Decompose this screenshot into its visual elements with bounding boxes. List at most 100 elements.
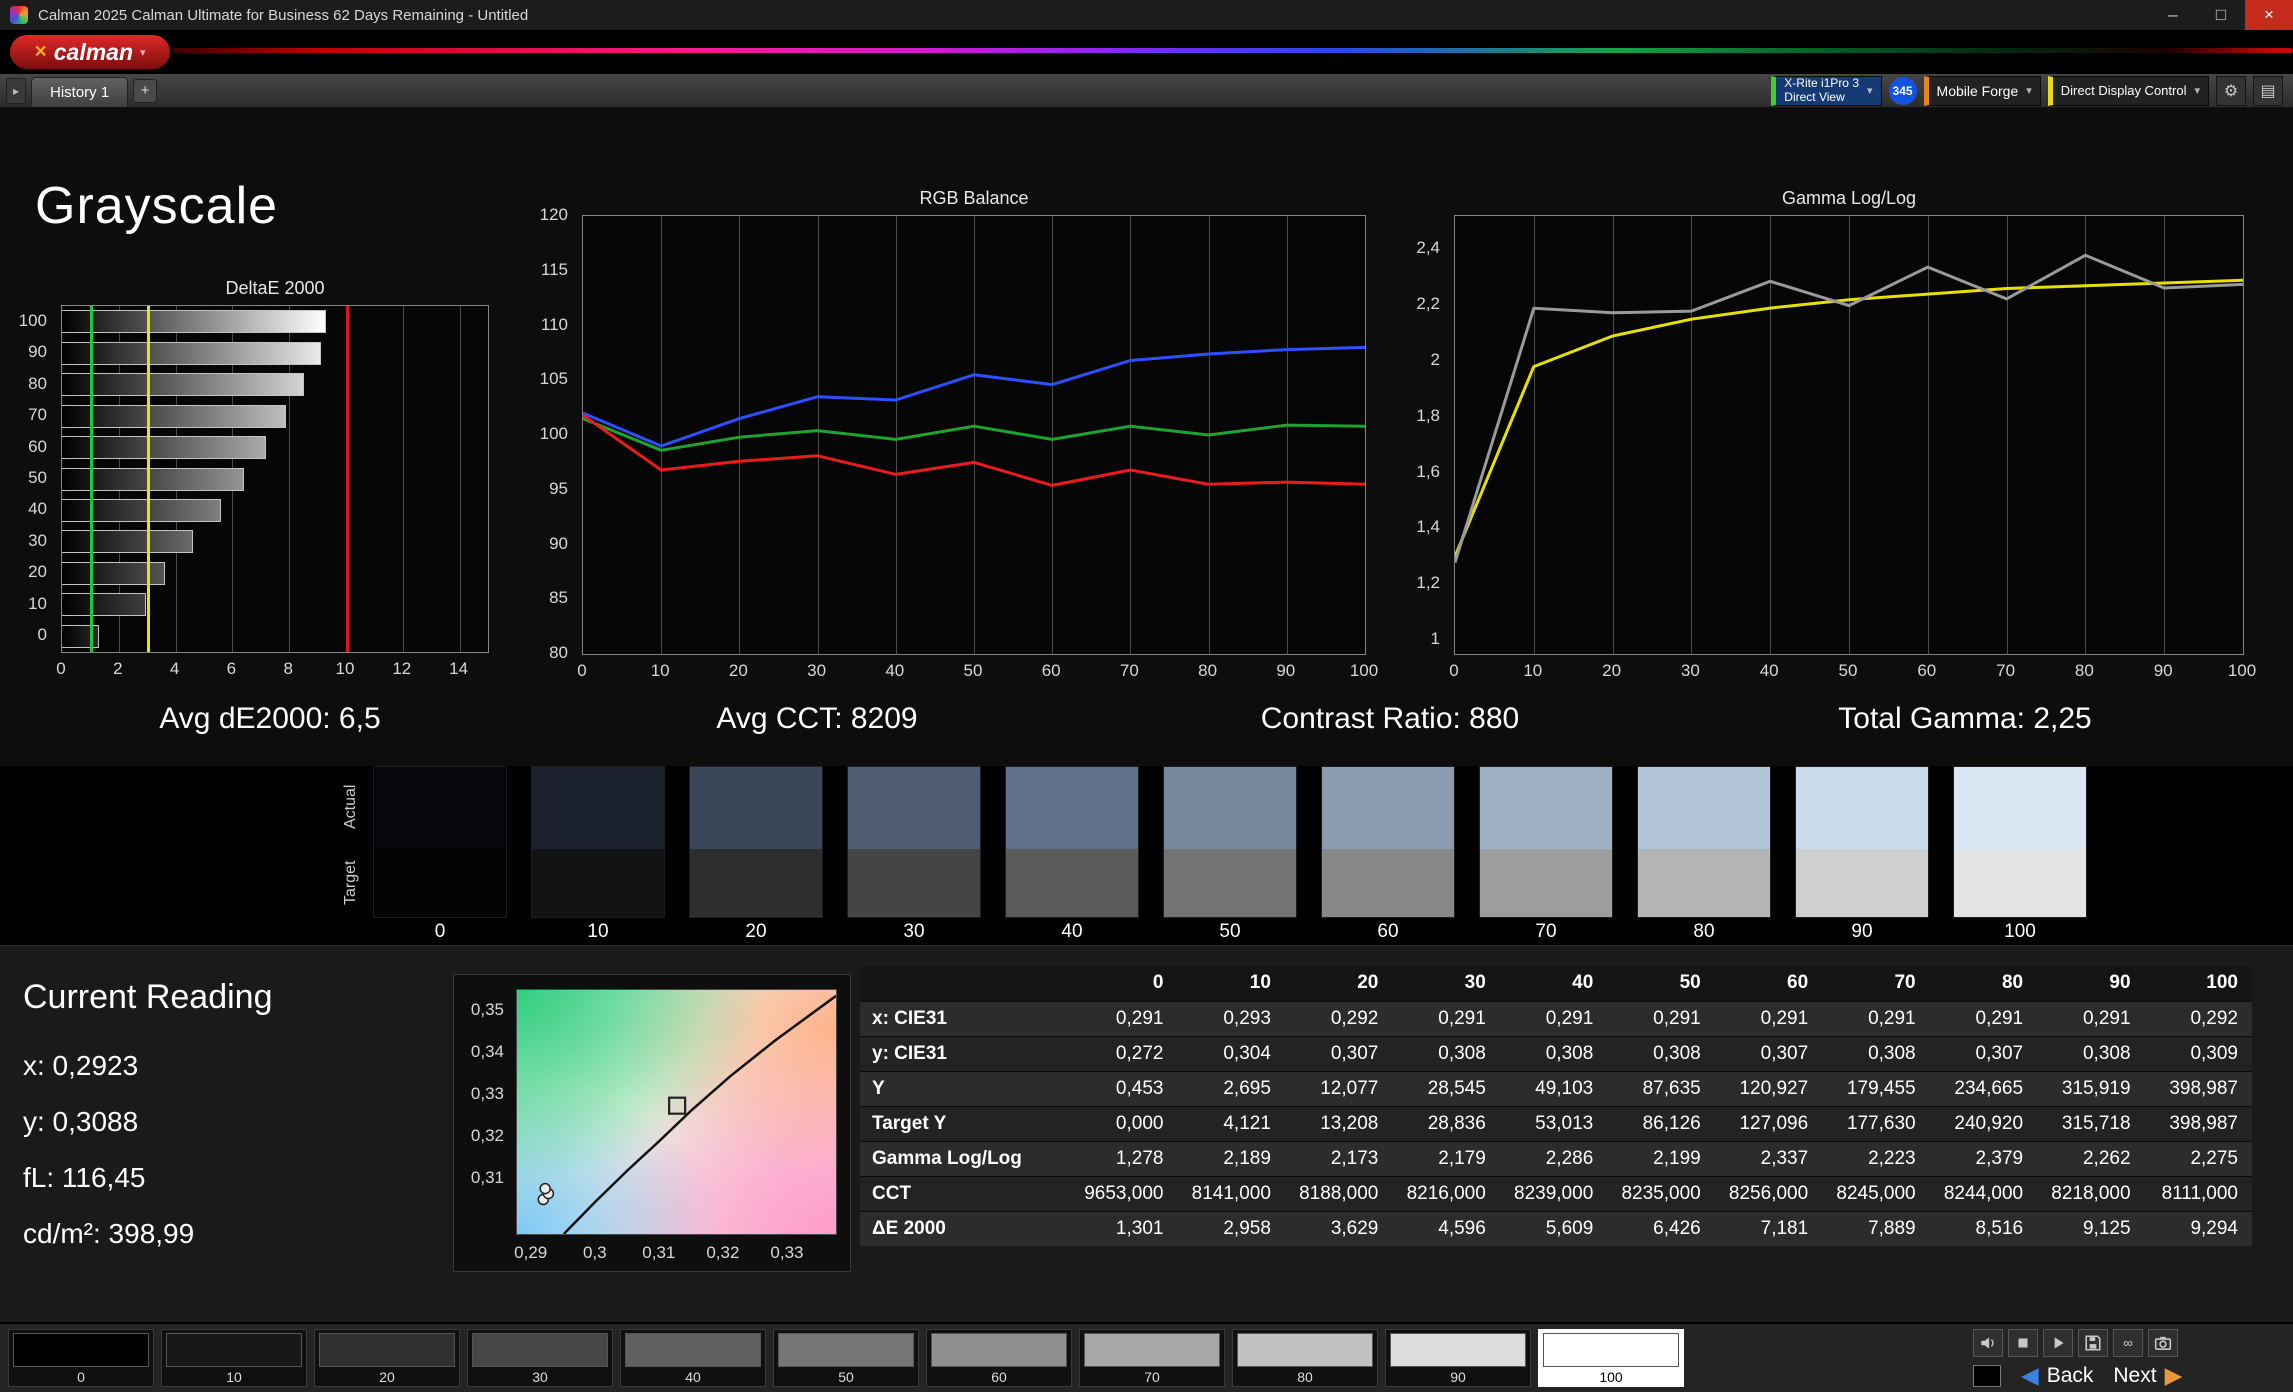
pattern-patch-button[interactable]: 10 bbox=[161, 1329, 307, 1387]
pattern-patch-button[interactable]: 0 bbox=[8, 1329, 154, 1387]
speaker-button[interactable] bbox=[1973, 1329, 2003, 1357]
maximize-button[interactable]: □ bbox=[2197, 0, 2245, 30]
cie-x-label: 0,33 bbox=[770, 1243, 804, 1262]
x-axis-label: 90 bbox=[1276, 661, 1296, 680]
settings-gear-button[interactable]: ⚙ bbox=[2216, 75, 2246, 106]
save-button[interactable] bbox=[2078, 1329, 2108, 1357]
x-axis-label: 30 bbox=[807, 661, 827, 680]
next-button[interactable]: Next ▶ bbox=[2113, 1362, 2182, 1389]
add-tab-button[interactable]: + bbox=[133, 78, 158, 103]
table-cell: 53,013 bbox=[1499, 1105, 1608, 1141]
table-cell: 13,208 bbox=[1284, 1105, 1393, 1141]
patch-swatch bbox=[1543, 1333, 1679, 1367]
y-axis-label: 80 bbox=[549, 643, 568, 662]
camera-button[interactable] bbox=[2148, 1329, 2178, 1357]
pattern-window-button[interactable] bbox=[1973, 1364, 2001, 1387]
play-icon bbox=[2054, 1337, 2064, 1349]
minimize-button[interactable]: – bbox=[2149, 0, 2197, 30]
rgb-x-axis: 0 10 20 30 40 50 60 70 80 90 100 bbox=[577, 655, 1378, 683]
x-axis-label: 100 bbox=[1349, 661, 1379, 680]
y-axis-label: 100 bbox=[18, 310, 47, 330]
pattern-patch-button[interactable]: 80 bbox=[1232, 1329, 1378, 1387]
calman-logo-menu[interactable]: × calman ▾ bbox=[10, 35, 170, 69]
table-row: Target Y 0,000 4,121 13,208 28,836 53,013 86,1… bbox=[860, 1105, 2252, 1141]
display-control-select[interactable]: Direct Display Control ▾ bbox=[2047, 75, 2209, 106]
deltae-bar bbox=[62, 467, 245, 491]
x-axis-label: 2 bbox=[113, 659, 123, 678]
table-cell: 6,426 bbox=[1607, 1210, 1715, 1246]
swatch-level-label: 50 bbox=[1219, 920, 1241, 942]
patch-label: 20 bbox=[379, 1369, 395, 1385]
cie-y-label: 0,32 bbox=[470, 1126, 504, 1146]
gridline bbox=[402, 306, 404, 652]
table-cell: 9,125 bbox=[2037, 1210, 2145, 1246]
y-axis-label: 1,2 bbox=[1416, 573, 1440, 593]
contrast-ratio-stat: Contrast Ratio: 880 bbox=[1260, 702, 1520, 735]
actual-color bbox=[1796, 767, 1928, 849]
gamma-plot-area bbox=[1454, 215, 2244, 655]
pattern-patch-button[interactable]: 100 bbox=[1538, 1329, 1684, 1387]
table-cell: 0,291 bbox=[1822, 1000, 1930, 1036]
close-button[interactable]: × bbox=[2245, 0, 2293, 30]
reading-value: x: 0,2923 bbox=[23, 1050, 139, 1081]
patch-label: 0 bbox=[77, 1369, 85, 1385]
cie-y-label: 0,33 bbox=[470, 1084, 504, 1104]
grayscale-swatch: 70 bbox=[1479, 766, 1613, 945]
loop-button[interactable]: ∞ bbox=[2113, 1329, 2143, 1357]
total-gamma-stat: Total Gamma: 2,25 bbox=[1838, 702, 2092, 735]
x-axis-label: 70 bbox=[1119, 661, 1139, 680]
table-cell: 0,292 bbox=[2144, 1000, 2252, 1036]
deltae-2000-chart: DeltaE 2000 100 90 80 70 60 50 40 30 20 10 0 02468… bbox=[19, 278, 489, 681]
back-button[interactable]: ◀ Back bbox=[2021, 1362, 2093, 1389]
play-button[interactable] bbox=[2043, 1329, 2073, 1357]
y-axis-label: 120 bbox=[539, 205, 568, 224]
pattern-patch-button[interactable]: 30 bbox=[467, 1329, 613, 1387]
table-cell: 0,304 bbox=[1177, 1035, 1285, 1071]
source-select[interactable]: Mobile Forge ▾ bbox=[1923, 75, 2041, 106]
cie-x-label: 0,32 bbox=[706, 1243, 740, 1262]
swatch-blocks bbox=[847, 766, 981, 918]
series-target bbox=[1455, 278, 2243, 557]
swatch-level-label: 30 bbox=[903, 920, 925, 942]
y-axis-label: 30 bbox=[28, 530, 47, 550]
table-cell: 0,307 bbox=[1714, 1035, 1823, 1071]
stop-button[interactable] bbox=[2008, 1329, 2038, 1357]
target-color bbox=[1006, 849, 1138, 917]
cie-plot-area bbox=[516, 989, 837, 1235]
back-arrow-icon: ◀ bbox=[2021, 1362, 2039, 1388]
chevron-down-icon: ▾ bbox=[2026, 85, 2032, 97]
table-cell: 2,958 bbox=[1177, 1210, 1285, 1246]
pattern-patch-button[interactable]: 20 bbox=[314, 1329, 460, 1387]
y-axis-label: 1,6 bbox=[1416, 461, 1440, 481]
pattern-patch-button[interactable]: 40 bbox=[620, 1329, 766, 1387]
y-axis-label: 95 bbox=[549, 478, 568, 498]
panel-toggle-button[interactable]: ▤ bbox=[2253, 75, 2283, 106]
table-cell: 2,189 bbox=[1177, 1140, 1285, 1176]
swatch-level-label: 60 bbox=[1377, 920, 1399, 942]
table-row: Y 0,453 2,695 12,077 28,545 49,103 87,635 120,9… bbox=[860, 1070, 2252, 1106]
pattern-patch-button[interactable]: 70 bbox=[1079, 1329, 1225, 1387]
transport-controls: ∞ ◀ Back Next ▶ bbox=[1973, 1329, 2285, 1389]
chevron-down-icon: ▾ bbox=[2194, 85, 2200, 97]
x-axis-label: 0 bbox=[1449, 661, 1459, 680]
pattern-patch-button[interactable]: 60 bbox=[926, 1329, 1072, 1387]
chevron-down-icon: ▾ bbox=[1867, 85, 1873, 97]
table-cell: 28,545 bbox=[1392, 1070, 1500, 1106]
y-axis-label: 2,2 bbox=[1416, 294, 1440, 314]
y-axis-label: 1 bbox=[1430, 629, 1440, 649]
pattern-patch-button[interactable]: 90 bbox=[1385, 1329, 1531, 1387]
meter-select[interactable]: X-Rite i1Pro 3 Direct View ▾ bbox=[1771, 75, 1882, 106]
pattern-patch-button[interactable]: 50 bbox=[773, 1329, 919, 1387]
column-header: 80 bbox=[1929, 966, 2038, 1001]
table-cell: 8188,000 bbox=[1284, 1175, 1393, 1211]
window-controls: – □ × bbox=[2149, 0, 2293, 30]
y-axis-label: 20 bbox=[28, 562, 47, 582]
table-cell: 0,308 bbox=[1822, 1035, 1930, 1071]
tab-history-1[interactable]: History 1 bbox=[31, 77, 129, 107]
tab-scroll-button[interactable]: ▸ bbox=[6, 77, 26, 104]
swatch-level-label: 10 bbox=[587, 920, 609, 942]
grayscale-swatch: 60 bbox=[1321, 766, 1455, 945]
column-header: 50 bbox=[1607, 966, 1715, 1001]
rgb-balance-chart: RGB Balance 120 115 110 105 100 95 90 85 80 0 10 2… bbox=[540, 188, 1379, 683]
deltae-bar bbox=[62, 593, 146, 617]
